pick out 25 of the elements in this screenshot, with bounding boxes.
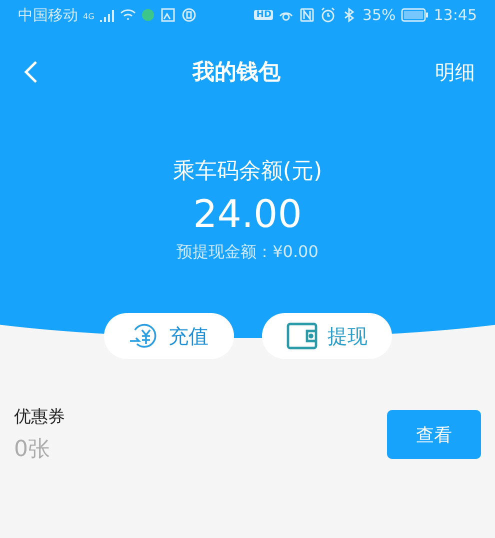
view-button[interactable]: 查看 <box>387 410 481 459</box>
hd-badge: HD <box>254 10 274 20</box>
carrier-name: 中国移动 <box>18 6 78 24</box>
clock: 13:45 <box>434 6 477 24</box>
battery-icon <box>400 8 429 22</box>
coupon-count: 0张 <box>14 436 51 464</box>
balance-amount: 24.00 <box>193 192 302 236</box>
page-title: 我的钱包 <box>192 59 280 87</box>
yuan-cycle-icon <box>128 322 158 350</box>
recharge-button[interactable]: 充值 <box>104 313 234 359</box>
coupon-label: 优惠券 <box>14 406 65 428</box>
balance-label: 乘车码余额(元) <box>172 158 322 186</box>
shield-icon <box>181 7 198 23</box>
signal-icon <box>99 7 116 23</box>
wallet-icon <box>286 322 318 350</box>
network-type: 4G <box>83 12 94 20</box>
back-icon[interactable] <box>24 60 38 84</box>
details-link[interactable]: 明细 <box>435 58 475 86</box>
alarm-icon <box>320 7 336 23</box>
pending-withdrawal: 预提现金额：¥0.00 <box>176 242 318 263</box>
image-icon <box>160 7 176 23</box>
nfc-icon <box>299 7 316 23</box>
wifi-icon <box>120 7 136 23</box>
withdraw-button[interactable]: 提现 <box>262 313 392 359</box>
battery-percent: 35% <box>362 6 396 24</box>
